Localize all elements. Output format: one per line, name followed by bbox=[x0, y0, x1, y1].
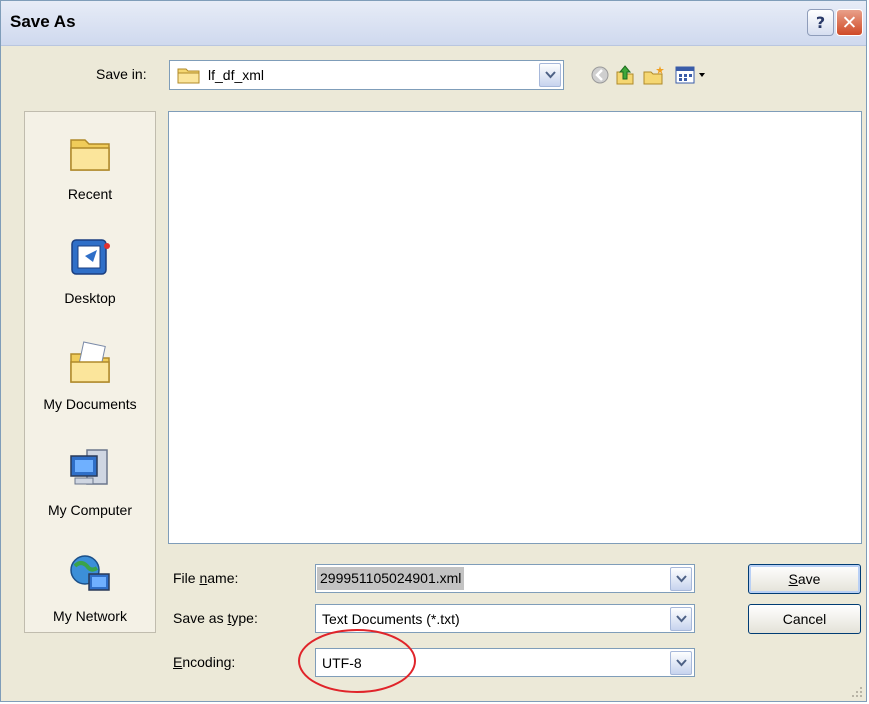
file-name-value: 299951105024901.xml bbox=[317, 567, 465, 590]
save-as-type-label: Save as type: bbox=[173, 610, 258, 626]
place-my-computer[interactable]: My Computer bbox=[25, 446, 155, 546]
cancel-button[interactable]: Cancel bbox=[748, 604, 861, 634]
place-label-my-computer: My Computer bbox=[47, 502, 133, 518]
save-in-label: Save in: bbox=[96, 66, 147, 82]
chevron-down-icon bbox=[675, 615, 687, 623]
close-icon: ✕ bbox=[841, 11, 858, 34]
my-computer-icon bbox=[70, 449, 108, 485]
views-menu-button[interactable] bbox=[673, 63, 711, 87]
folder-icon bbox=[177, 68, 200, 84]
places-bar: Recent Desktop My Documents My Computer … bbox=[24, 111, 156, 633]
save-in-value: lf_df_xml bbox=[208, 67, 265, 83]
save-as-dialog: Save As ? ✕ Save in: lf_df_xml Recent De… bbox=[0, 0, 867, 702]
resize-grip-icon[interactable] bbox=[849, 684, 863, 698]
back-button[interactable] bbox=[588, 63, 612, 87]
save-as-type-value: Text Documents (*.txt) bbox=[322, 611, 460, 627]
my-documents-icon bbox=[70, 341, 110, 383]
save-as-type-select[interactable]: Text Documents (*.txt) bbox=[315, 604, 695, 633]
new-folder-icon bbox=[643, 66, 664, 85]
help-icon: ? bbox=[815, 13, 826, 32]
recent-folder-icon bbox=[70, 139, 110, 171]
encoding-select[interactable]: UTF-8 bbox=[315, 648, 695, 677]
help-button[interactable]: ? bbox=[807, 9, 834, 36]
file-list-view[interactable] bbox=[168, 111, 862, 544]
encoding-value: UTF-8 bbox=[322, 655, 362, 671]
save-button[interactable]: Save bbox=[748, 564, 861, 594]
save-as-type-dropdown-button[interactable] bbox=[670, 607, 692, 631]
cancel-button-label: Cancel bbox=[782, 611, 827, 627]
save-button-label: Save bbox=[788, 571, 821, 587]
encoding-dropdown-button[interactable] bbox=[670, 651, 692, 675]
place-label-desktop: Desktop bbox=[64, 290, 116, 306]
desktop-icon bbox=[71, 239, 110, 275]
place-my-documents[interactable]: My Documents bbox=[25, 340, 155, 440]
up-one-level-button[interactable] bbox=[613, 63, 637, 87]
place-label-my-network: My Network bbox=[53, 608, 127, 624]
chevron-down-icon bbox=[675, 575, 687, 583]
save-in-combo[interactable]: lf_df_xml bbox=[169, 60, 564, 90]
place-recent[interactable]: Recent bbox=[25, 130, 155, 230]
encoding-label: Encoding: bbox=[173, 654, 236, 670]
file-name-dropdown-button[interactable] bbox=[670, 567, 692, 591]
place-desktop[interactable]: Desktop bbox=[25, 234, 155, 334]
place-label-recent: Recent bbox=[67, 186, 113, 202]
views-grid-icon bbox=[675, 66, 705, 84]
title-bar[interactable]: Save As ? ✕ bbox=[1, 1, 866, 46]
chevron-down-icon bbox=[675, 659, 687, 667]
file-name-label: File name: bbox=[173, 570, 239, 586]
back-arrow-icon bbox=[591, 66, 609, 84]
my-network-icon bbox=[70, 555, 110, 591]
new-folder-button[interactable] bbox=[641, 63, 667, 87]
close-button[interactable]: ✕ bbox=[836, 9, 863, 36]
place-label-my-documents: My Documents bbox=[43, 396, 137, 412]
chevron-down-icon bbox=[544, 71, 556, 79]
up-folder-icon bbox=[616, 65, 634, 85]
file-name-input[interactable]: 299951105024901.xml bbox=[315, 564, 695, 593]
window-title: Save As bbox=[10, 12, 76, 31]
save-in-dropdown-button[interactable] bbox=[539, 63, 561, 87]
place-my-network[interactable]: My Network bbox=[25, 552, 155, 652]
